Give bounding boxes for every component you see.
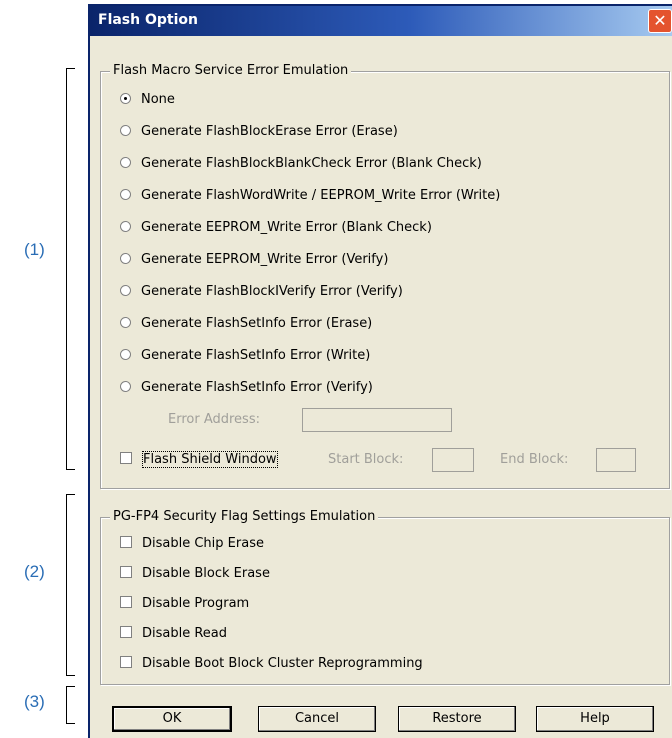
- bracket-1: [66, 68, 75, 470]
- end-block-input[interactable]: [596, 448, 636, 472]
- radio-label: Generate FlashBlockBlankCheck Error (Bla…: [141, 156, 482, 171]
- checkbox-icon[interactable]: [120, 656, 132, 668]
- flash-option-dialog: Flash Option ✕ Flash Macro Service Error…: [88, 4, 672, 738]
- disable-program-checkbox[interactable]: Disable Program: [120, 594, 249, 614]
- flash-shield-checkbox-row[interactable]: Flash Shield Window: [120, 450, 278, 470]
- radio-button-icon[interactable]: [120, 253, 131, 264]
- ok-button-label: OK: [162, 711, 182, 726]
- checkbox-label: Disable Chip Erase: [142, 536, 264, 551]
- radio-label: Generate FlashSetInfo Error (Write): [141, 348, 371, 363]
- error-address-label: Error Address:: [168, 412, 260, 427]
- dialog-title: Flash Option: [98, 12, 198, 28]
- close-icon[interactable]: ✕: [648, 9, 672, 33]
- disable-block-erase-checkbox[interactable]: Disable Block Erase: [120, 564, 270, 584]
- start-block-input[interactable]: [432, 448, 474, 472]
- radio-button-icon[interactable]: [120, 317, 131, 328]
- radio-button-icon[interactable]: [120, 221, 131, 232]
- checkbox-label: Disable Boot Block Cluster Reprogramming: [142, 656, 423, 671]
- radio-blankcheck[interactable]: Generate FlashBlockBlankCheck Error (Bla…: [120, 154, 482, 174]
- radio-button-icon[interactable]: [120, 381, 131, 392]
- radio-label: Generate EEPROM_Write Error (Blank Check…: [141, 220, 432, 235]
- restore-button-label: Restore: [432, 711, 482, 726]
- radio-eeprom-blankcheck[interactable]: Generate EEPROM_Write Error (Blank Check…: [120, 218, 432, 238]
- cancel-button-label: Cancel: [294, 711, 340, 726]
- security-flag-legend: PG-FP4 Security Flag Settings Emulation: [110, 509, 379, 524]
- radio-label: Generate FlashSetInfo Error (Verify): [141, 380, 373, 395]
- checkbox-icon[interactable]: [120, 566, 132, 578]
- restore-button[interactable]: Restore: [398, 706, 516, 732]
- checkbox-icon[interactable]: [120, 536, 132, 548]
- radio-eeprom-verify[interactable]: Generate EEPROM_Write Error (Verify): [120, 250, 388, 270]
- radio-button-icon[interactable]: [120, 93, 131, 104]
- radio-none[interactable]: None: [120, 90, 175, 110]
- radio-blockiverify[interactable]: Generate FlashBlockIVerify Error (Verify…: [120, 282, 403, 302]
- radio-label: None: [141, 92, 175, 107]
- checkbox-icon[interactable]: [120, 626, 132, 638]
- bracket-2: [66, 494, 75, 676]
- disable-boot-block-checkbox[interactable]: Disable Boot Block Cluster Reprogramming: [120, 654, 423, 674]
- radio-button-icon[interactable]: [120, 285, 131, 296]
- radio-label: Generate FlashBlockIVerify Error (Verify…: [141, 284, 403, 299]
- flash-shield-label: Flash Shield Window: [142, 451, 278, 468]
- disable-read-checkbox[interactable]: Disable Read: [120, 624, 227, 644]
- radio-button-icon[interactable]: [120, 157, 131, 168]
- radio-setinfo-write[interactable]: Generate FlashSetInfo Error (Write): [120, 346, 370, 366]
- help-button-label: Help: [580, 711, 610, 726]
- checkbox-label: Disable Program: [142, 596, 250, 611]
- radio-label: Generate EEPROM_Write Error (Verify): [141, 252, 389, 267]
- radio-setinfo-erase[interactable]: Generate FlashSetInfo Error (Erase): [120, 314, 372, 334]
- radio-button-icon[interactable]: [120, 125, 131, 136]
- checkbox-label: Disable Block Erase: [142, 566, 270, 581]
- checkbox-icon[interactable]: [120, 596, 132, 608]
- radio-blockerase[interactable]: Generate FlashBlockErase Error (Erase): [120, 122, 398, 142]
- radio-setinfo-verify[interactable]: Generate FlashSetInfo Error (Verify): [120, 378, 373, 398]
- callout-3: (3): [24, 692, 45, 711]
- radio-wordwrite[interactable]: Generate FlashWordWrite / EEPROM_Write E…: [120, 186, 500, 206]
- callout-1: (1): [24, 240, 45, 259]
- radio-button-icon[interactable]: [120, 349, 131, 360]
- callout-2: (2): [24, 562, 45, 581]
- radio-label: Generate FlashBlockErase Error (Erase): [141, 124, 398, 139]
- disable-chip-erase-checkbox[interactable]: Disable Chip Erase: [120, 534, 264, 554]
- title-bar[interactable]: Flash Option ✕: [90, 6, 672, 36]
- checkbox-label: Disable Read: [142, 626, 228, 641]
- error-emulation-legend: Flash Macro Service Error Emulation: [110, 63, 352, 78]
- bracket-3: [66, 686, 75, 724]
- help-button[interactable]: Help: [536, 706, 654, 732]
- ok-button[interactable]: OK: [112, 706, 232, 732]
- start-block-label: Start Block:: [328, 452, 404, 467]
- error-address-input[interactable]: [302, 408, 452, 432]
- cancel-button[interactable]: Cancel: [258, 706, 376, 732]
- radio-label: Generate FlashWordWrite / EEPROM_Write E…: [141, 188, 501, 203]
- end-block-label: End Block:: [500, 452, 569, 467]
- radio-button-icon[interactable]: [120, 189, 131, 200]
- radio-label: Generate FlashSetInfo Error (Erase): [141, 316, 373, 331]
- checkbox-icon[interactable]: [120, 452, 132, 464]
